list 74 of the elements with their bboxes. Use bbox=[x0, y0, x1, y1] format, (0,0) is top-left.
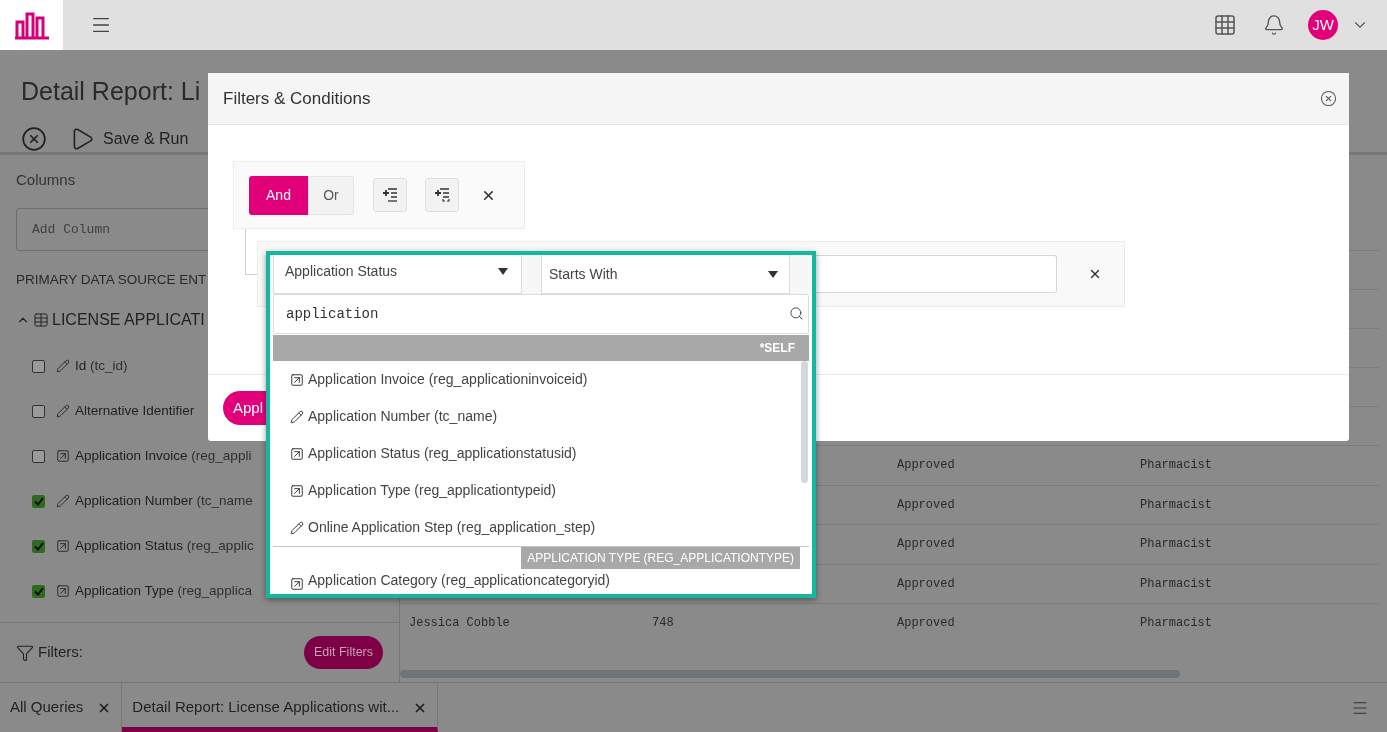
column-field-label[interactable]: Id (tc_id) bbox=[75, 356, 128, 377]
table-cell: Pharmacist bbox=[1140, 537, 1212, 552]
caret-icon bbox=[768, 270, 778, 278]
logic-toggle[interactable]: And bbox=[249, 175, 308, 215]
add-rule-button[interactable] bbox=[373, 178, 407, 212]
table-cell: Pharmacist bbox=[1140, 497, 1212, 512]
checkbox[interactable] bbox=[32, 584, 45, 598]
column-field-label[interactable]: Application Status (reg_applic bbox=[75, 536, 254, 557]
add-group-button[interactable] bbox=[425, 178, 459, 212]
column-field-label[interactable]: Alternative Identifier bbox=[75, 401, 195, 422]
edit-filters-button[interactable]: Edit Filters bbox=[303, 636, 383, 669]
table-cell: Approved bbox=[897, 497, 955, 512]
table-cell: Approved bbox=[897, 458, 955, 473]
field-option[interactable]: Online Application Step (reg_application_step) bbox=[273, 509, 809, 546]
field-option[interactable]: Application Type (reg_applicationtypeid) bbox=[273, 472, 809, 509]
caret-icon bbox=[498, 268, 508, 275]
logic-toggle[interactable]: Or bbox=[308, 175, 354, 215]
external-link-icon bbox=[56, 584, 70, 599]
pencil-icon bbox=[290, 520, 304, 535]
group-header: APPLICATION TYPE (REG_APPLICATIONTYPE) bbox=[521, 547, 800, 569]
add-rule-icon bbox=[382, 188, 398, 202]
table-cell: Approved bbox=[897, 576, 955, 591]
horizontal-scrollbar[interactable] bbox=[400, 670, 1180, 678]
close-button[interactable] bbox=[21, 126, 47, 152]
table-cell: Jessica Cobble bbox=[409, 616, 510, 631]
user-avatar[interactable]: JW bbox=[1308, 10, 1338, 40]
table-cell: Pharmacist bbox=[1140, 616, 1212, 631]
logo[interactable] bbox=[13, 10, 50, 40]
checkbox[interactable] bbox=[32, 449, 45, 463]
external-link-icon bbox=[290, 446, 304, 461]
external-link-icon bbox=[290, 577, 304, 591]
table-icon bbox=[33, 311, 49, 328]
section-label: PRIMARY DATA SOURCE ENT bbox=[16, 270, 207, 289]
filter-icon bbox=[16, 643, 34, 662]
column-field-label[interactable]: Application Type (reg_applica bbox=[75, 581, 252, 602]
external-link-icon bbox=[56, 539, 70, 554]
column-field-label[interactable]: Application Invoice (reg_appli bbox=[75, 446, 252, 467]
search-icon bbox=[789, 306, 804, 321]
search-field[interactable]: application bbox=[273, 294, 809, 334]
delete-condition-button[interactable] bbox=[1088, 267, 1102, 281]
external-link-icon bbox=[290, 483, 304, 498]
query-tab[interactable]: Detail Report: License Applications wit... bbox=[122, 683, 439, 732]
page-title: Detail Report: Li bbox=[21, 76, 201, 106]
filters-label: Filters: bbox=[38, 642, 83, 663]
pencil-icon bbox=[56, 494, 70, 509]
field-option[interactable]: Application Category (reg_applicationcategoryid) bbox=[273, 569, 809, 591]
external-link-icon bbox=[290, 372, 304, 387]
close-button[interactable] bbox=[1320, 90, 1337, 107]
save-and-run-button[interactable]: Save & Run bbox=[69, 126, 189, 152]
table-cell: Approved bbox=[897, 616, 955, 631]
entity-label: LICENSE APPLICATI bbox=[52, 309, 205, 330]
external-link-icon bbox=[56, 449, 70, 464]
table-cell: Pharmacist bbox=[1140, 576, 1212, 591]
columns-heading: Columns bbox=[16, 170, 76, 190]
column-field-label[interactable]: Application Number (tc_name bbox=[75, 491, 253, 512]
operator-select[interactable]: Starts With bbox=[541, 255, 790, 294]
pencil-icon bbox=[290, 409, 304, 424]
add-group-icon bbox=[434, 188, 450, 202]
pencil-icon bbox=[56, 404, 70, 419]
checkbox[interactable] bbox=[32, 494, 45, 508]
field-select[interactable]: Application Status bbox=[273, 255, 522, 294]
table-cell: Pharmacist bbox=[1140, 458, 1212, 473]
query-tab[interactable]: All Queries bbox=[0, 683, 123, 732]
table-cell: Approved bbox=[897, 537, 955, 552]
checkbox[interactable] bbox=[32, 404, 45, 418]
scrollbar-thumb[interactable] bbox=[801, 361, 808, 483]
field-option[interactable]: Application Status (reg_applicationstatusid) bbox=[273, 435, 809, 472]
dialog-title: Filters & Conditions bbox=[223, 87, 371, 110]
table-cell: 748 bbox=[652, 616, 674, 631]
pencil-icon bbox=[56, 359, 70, 374]
value-field[interactable] bbox=[813, 255, 1057, 293]
checkbox[interactable] bbox=[32, 359, 45, 373]
group-header: *SELF bbox=[759, 340, 795, 357]
checkbox[interactable] bbox=[32, 539, 45, 553]
